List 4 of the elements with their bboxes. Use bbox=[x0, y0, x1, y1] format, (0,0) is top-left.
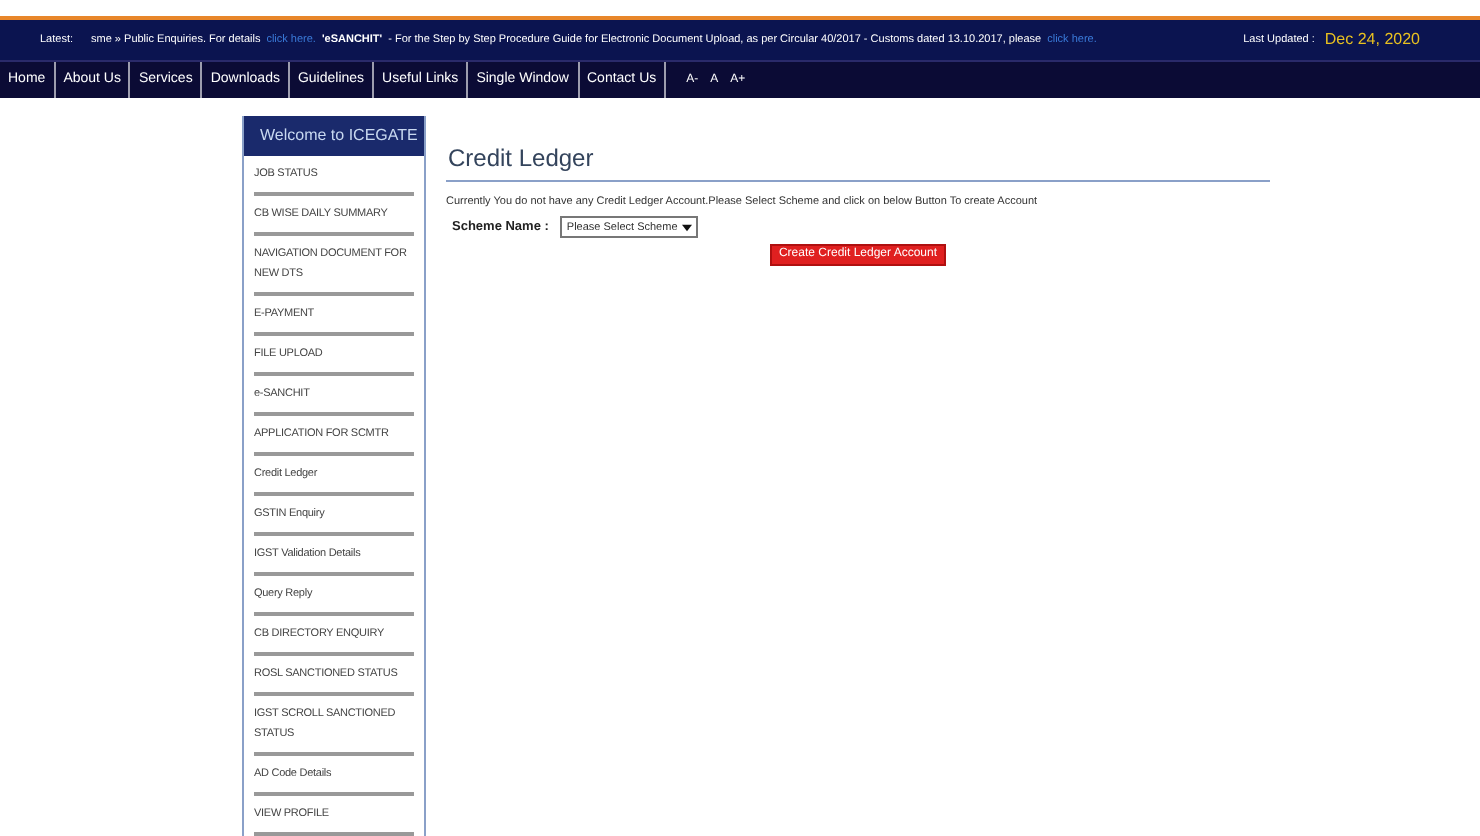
page-title: Credit Ledger bbox=[446, 140, 1270, 182]
last-updated-date: Dec 24, 2020 bbox=[1324, 28, 1420, 52]
sidebar-header: Welcome to ICEGATE bbox=[244, 116, 424, 156]
dropdown-caret-icon bbox=[681, 223, 692, 232]
